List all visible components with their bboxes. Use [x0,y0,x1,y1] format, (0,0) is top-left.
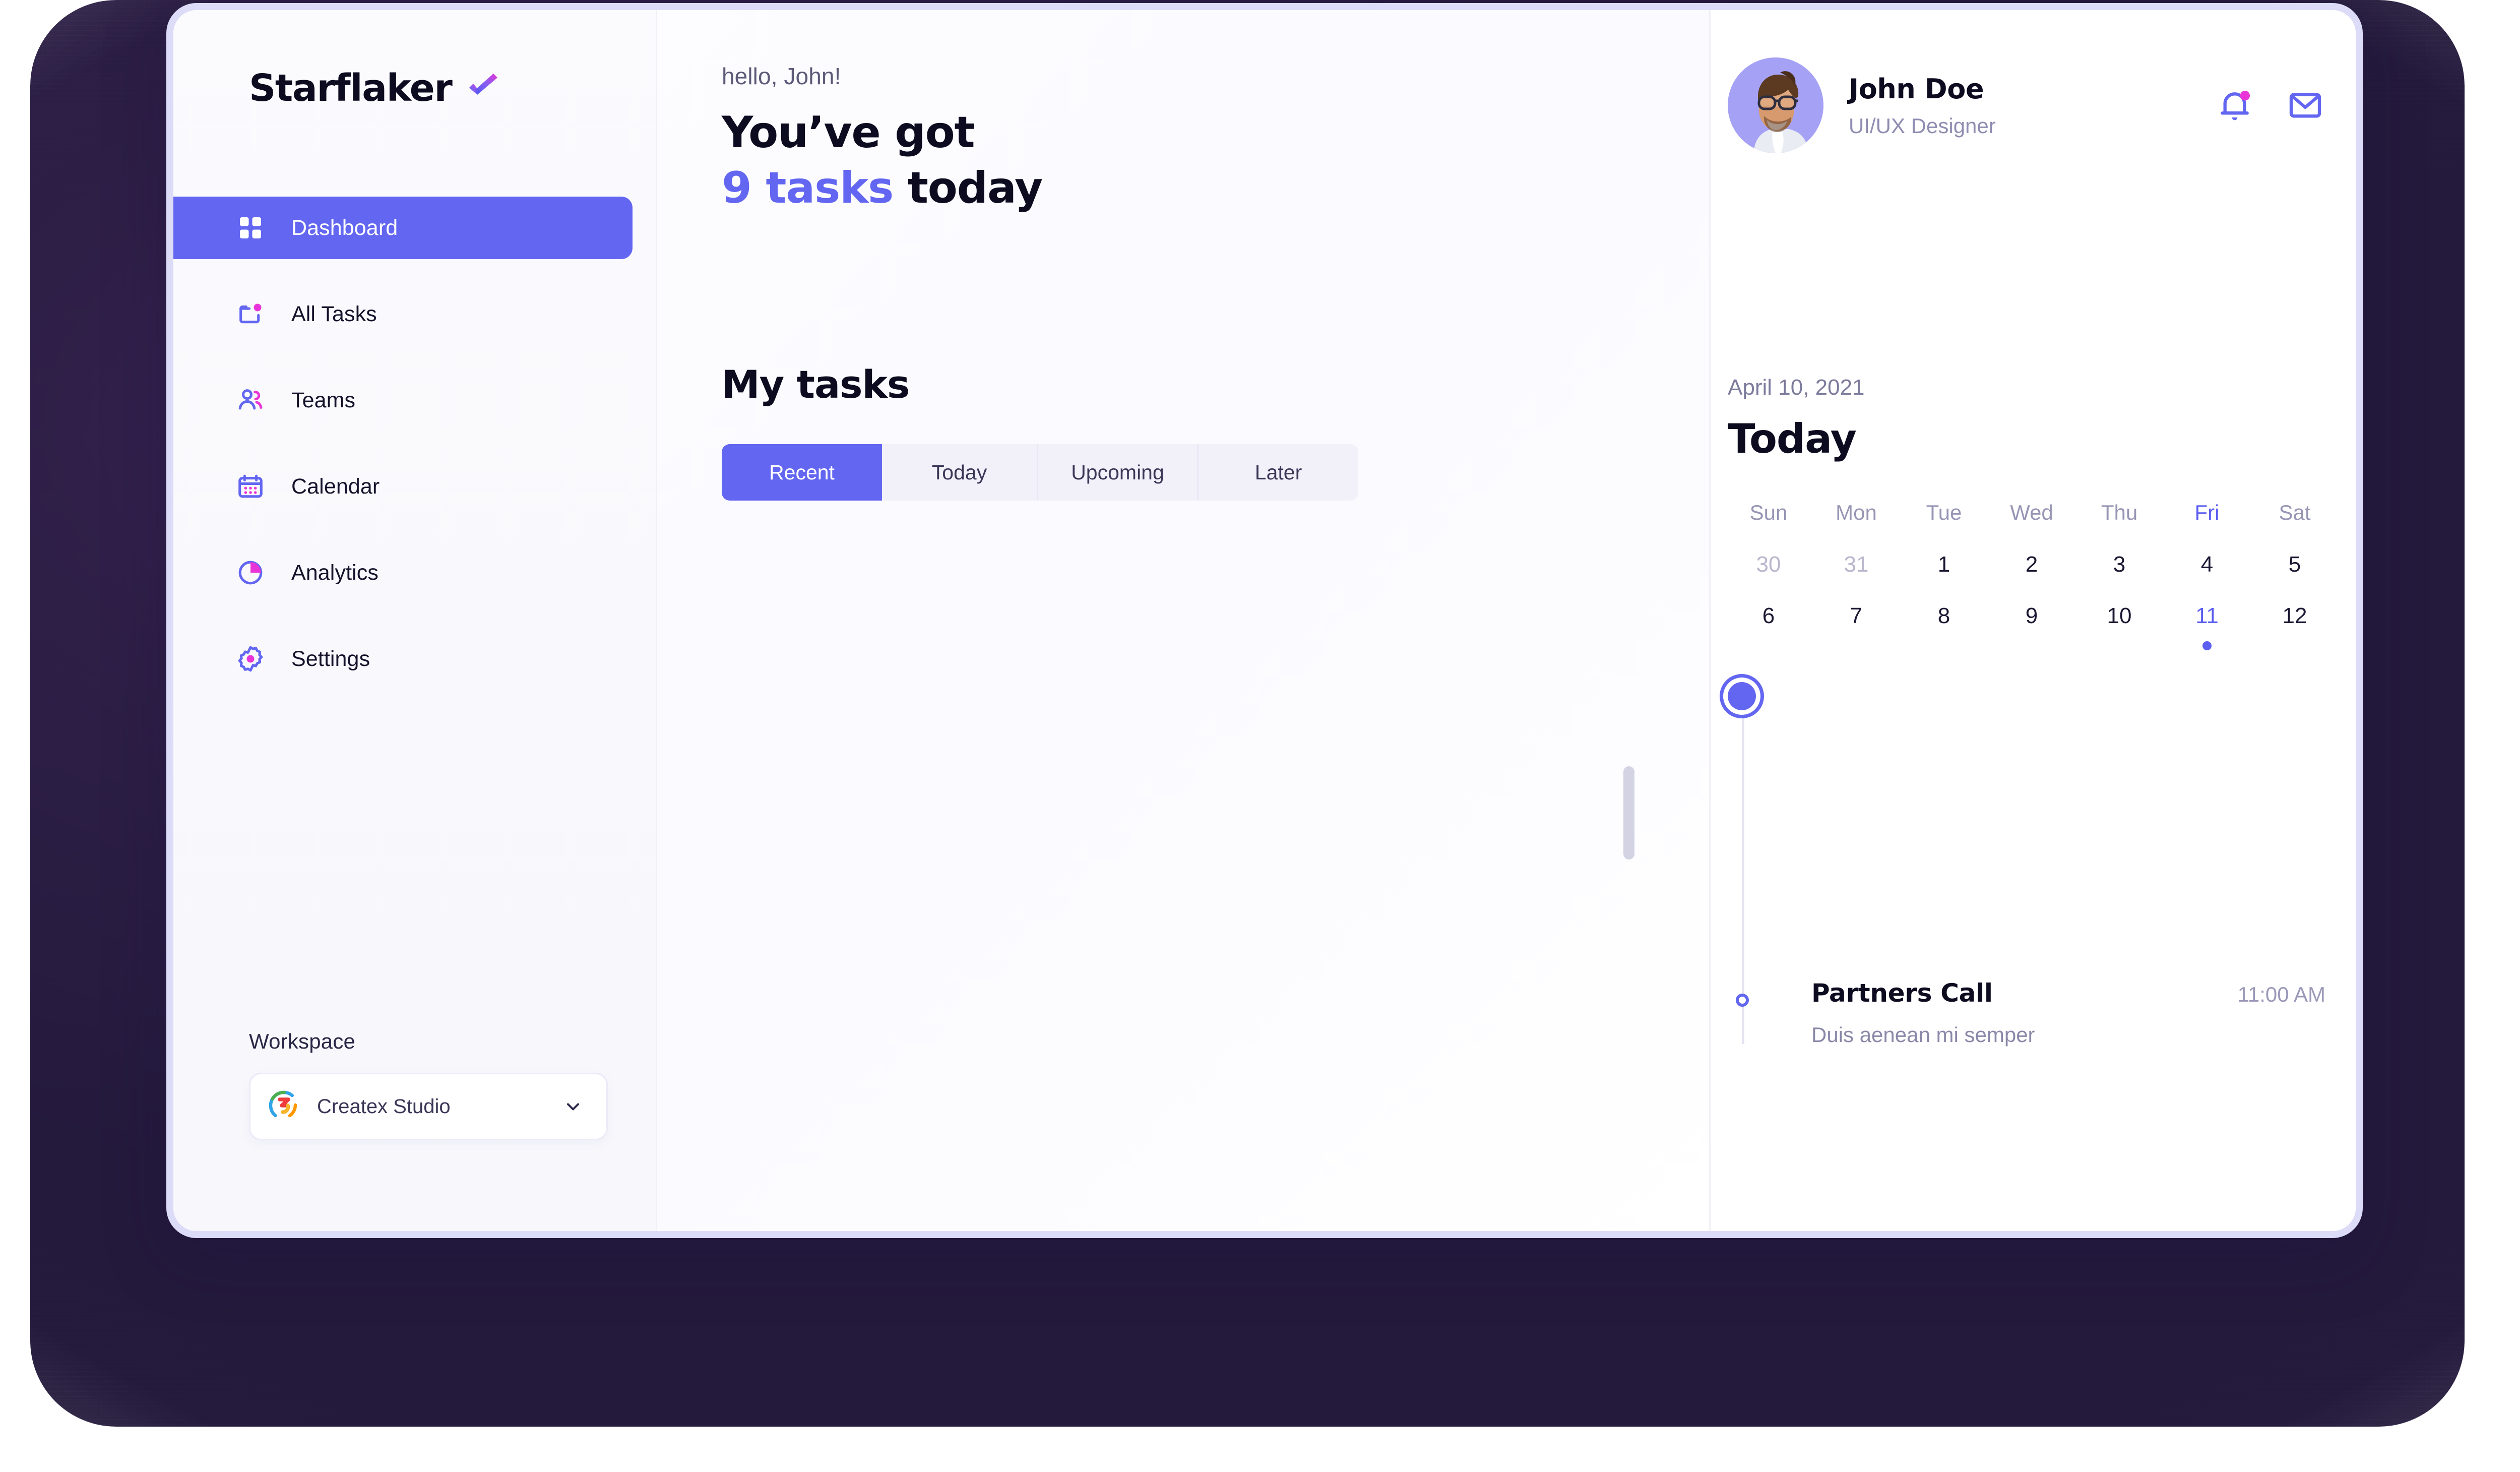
users-icon [235,385,266,416]
workspace-section: Workspace Createx Studio [173,1029,656,1231]
profile-meta: John Doe UI/UX Designer [1849,73,2215,138]
calendar-icon [235,471,266,502]
headline-line-1: You’ve got [722,107,975,158]
calendar-day[interactable]: 12 [2251,603,2339,655]
workspace-label: Workspace [249,1029,356,1053]
calendar-weekday: Mon [1836,501,1877,524]
tab-today[interactable]: Today [882,444,1038,501]
calendar-day[interactable]: 30 [1725,552,1812,603]
timeline-event[interactable]: Partners Call 11:00 AM Duis aenean mi se… [1811,978,2325,1047]
tab-upcoming[interactable]: Upcoming [1038,444,1199,501]
profile-header: John Doe UI/UX Designer [1711,57,2356,153]
user-avatar-photo [1728,57,1823,153]
calendar-day[interactable]: 4 [2163,552,2251,603]
calendar-weekday: Wed [2010,501,2053,524]
sidebar-item-label: Analytics [291,560,379,585]
timeline-event-marker [1736,994,1749,1007]
sidebar-item-calendar[interactable]: Calendar [173,455,633,518]
timeline-event-subtitle: Duis aenean mi semper [1811,1023,2035,1047]
task-count-highlight: 9 tasks [722,163,894,214]
task-list-scrollbar[interactable] [1623,766,1634,1049]
timeline: Partners Call 11:00 AM Duis aenean mi se… [1711,682,2356,1047]
sidebar-item-label: Dashboard [291,215,398,240]
gear-icon [235,643,266,674]
grid-icon [235,212,266,243]
sidebar-item-label: Calendar [291,474,380,499]
sidebar-item-label: Settings [291,646,370,671]
timeline-current-marker [1728,682,1756,710]
sidebar-item-settings[interactable]: Settings [173,628,633,690]
calendar-day[interactable]: 3 [2075,552,2163,603]
app-window: Starflaker Dashboard All Tasks Teams Cal… [166,3,2363,1238]
sidebar-item-teams[interactable]: Teams [173,369,633,432]
headline-suffix: today [893,163,1043,214]
profile-role: UI/UX Designer [1849,113,1996,138]
calendar-day[interactable]: 5 [2251,552,2339,603]
createx-logo-icon [268,1089,300,1124]
tab-recent[interactable]: Recent [722,444,882,501]
calendar-date-label: April 10, 2021 [1728,375,1865,400]
calendar-weekday: Thu [2101,501,2138,524]
profile-name: John Doe [1849,73,1984,105]
timeline-event-time: 11:00 AM [2237,983,2325,1006]
main-content: hello, John! You’ve got 9 tasks today My… [657,10,1711,1231]
gradient-check-icon [465,71,500,106]
sidebar-item-all-tasks[interactable]: All Tasks [173,283,633,345]
avatar[interactable] [1728,57,1823,153]
calendar-day[interactable]: 7 [1812,603,1900,655]
calendar-day[interactable]: 1 [1900,552,1988,603]
sidebar: Starflaker Dashboard All Tasks Teams Cal… [173,10,657,1231]
sidebar-item-analytics[interactable]: Analytics [173,541,633,604]
page-title: You’ve got 9 tasks today [722,105,1709,216]
header-actions [2215,85,2325,126]
calendar-day-selected-label: 11 [2195,603,2219,628]
calendar-weekday: Sun [1749,501,1788,524]
calendar-day[interactable]: 31 [1812,552,1900,603]
calendar-day[interactable]: 2 [1988,552,2075,603]
calendar-day[interactable]: 6 [1725,603,1812,655]
pie-chart-icon [235,557,266,588]
brand-logo[interactable]: Starflaker [173,10,656,110]
timeline-event-header: Partners Call 11:00 AM [1811,978,2325,1008]
calendar-day[interactable]: 8 [1900,603,1988,655]
greeting-text: hello, John! [722,63,841,89]
calendar-day[interactable]: 10 [2075,603,2163,655]
sidebar-item-dashboard[interactable]: Dashboard [173,197,633,259]
calendar-weekday: Sat [2279,501,2311,524]
calendar-weekday-current: Fri [2194,501,2220,524]
calendar-day-event-dot [2202,641,2212,650]
workspace-selected-value: Createx Studio [317,1095,451,1118]
task-filter-tabs: Recent Today Upcoming Later [722,444,1358,501]
bell-icon[interactable] [2215,85,2255,126]
calendar-day[interactable]: 9 [1988,603,2075,655]
workspace-selector[interactable]: Createx Studio [249,1073,608,1140]
envelope-icon[interactable] [2285,85,2325,126]
calendar-grid: Sun Mon Tue Wed Thu Fri Sat 30 31 1 2 3 … [1711,501,2356,655]
sidebar-item-label: All Tasks [291,301,377,326]
my-tasks-heading: My tasks [722,362,910,407]
timeline-event-title: Partners Call [1811,978,1993,1008]
right-panel: John Doe UI/UX Designer April 10, 2021 T… [1711,10,2356,1231]
scrollbar-thumb[interactable] [1623,766,1634,860]
calendar-heading: Today [1728,415,1857,462]
calendar-day-selected[interactable]: 11 [2163,603,2251,655]
chevron-down-icon[interactable] [562,1095,584,1118]
sidebar-item-label: Teams [291,388,356,412]
tab-later[interactable]: Later [1199,444,1358,501]
calendar-weekday: Tue [1926,501,1962,524]
tasks-folder-icon [235,298,266,330]
brand-name: Starflaker [249,67,453,110]
sidebar-nav: Dashboard All Tasks Teams Calendar Analy… [173,197,656,690]
